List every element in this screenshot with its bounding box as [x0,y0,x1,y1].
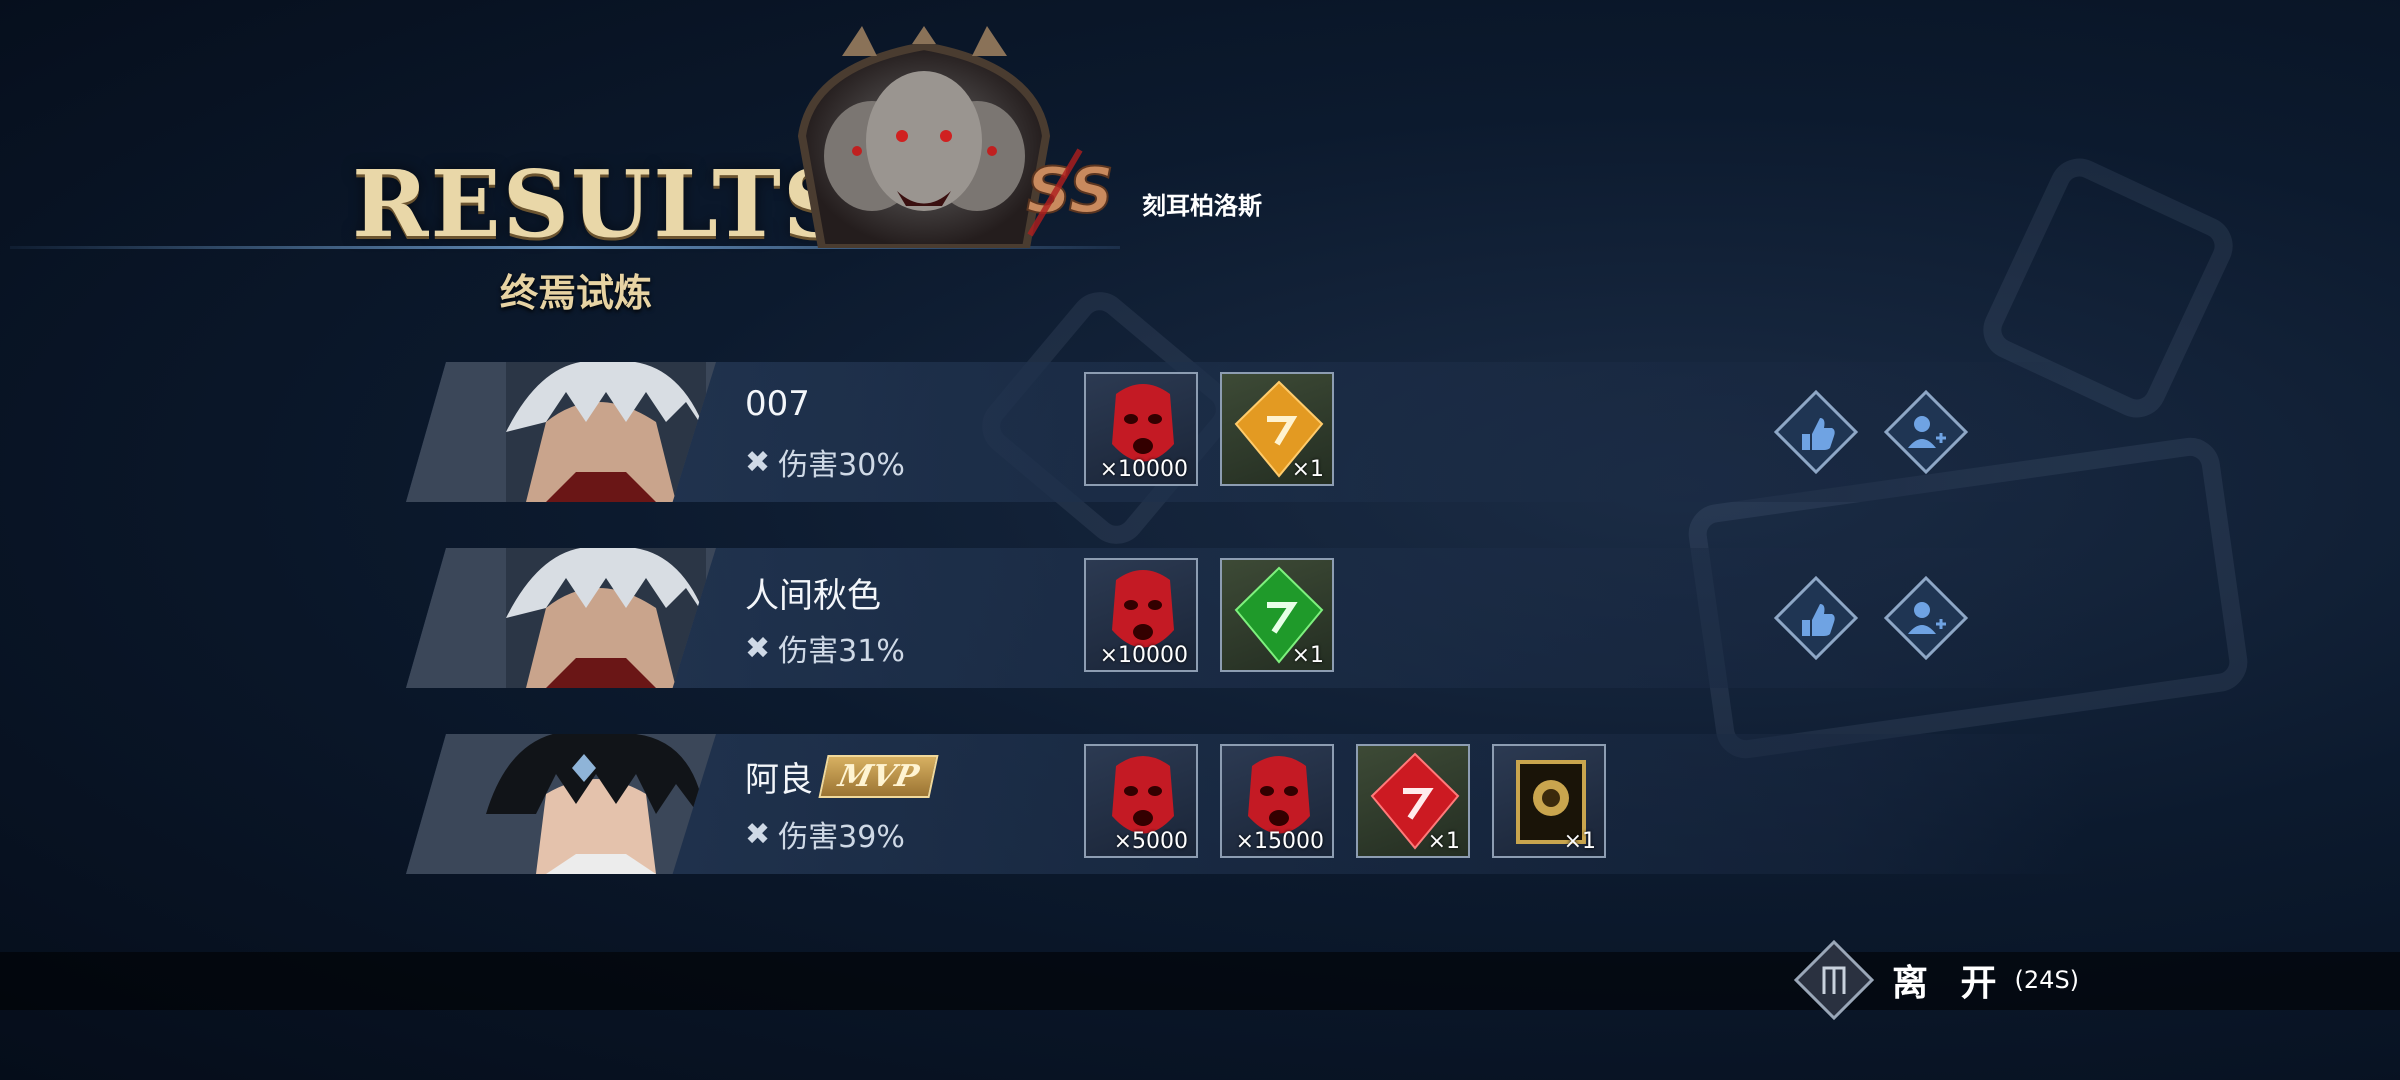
like-button[interactable] [1774,576,1858,660]
crossed-swords-icon: ✖ [745,816,771,852]
leave-button[interactable]: 离 开 (24S) [1792,938,2079,1022]
reward-item[interactable]: ×5000 [1084,744,1198,858]
player-damage: ✖ 伤害39% [745,812,905,856]
leave-timer: (24S) [2014,966,2080,994]
reward-quantity: ×1 [1427,829,1460,854]
reward-quantity: ×1 [1563,829,1596,854]
player-portrait-3 [406,734,716,874]
reward-item[interactable]: ×10000 [1084,372,1198,486]
add-friend-icon [1914,416,1930,432]
reward-item[interactable]: ×10000 [1084,558,1198,672]
reward-item[interactable]: ×1 [1356,744,1470,858]
reward-quantity: ×1 [1291,643,1324,668]
damage-text: 伤害39% [778,820,905,855]
exit-door-icon [1793,939,1875,1021]
player-name: 阿良 [745,760,813,800]
reward-quantity: ×10000 [1099,643,1188,668]
reward-quantity: ×1 [1291,457,1324,482]
player-portrait-1 [406,362,716,502]
player-portrait-2 [406,548,716,688]
rank-ss-icon: SS [1025,148,1115,237]
reward-item[interactable]: ×1 [1220,372,1334,486]
damage-text: 伤害30% [778,448,905,483]
add-friend-icon [1914,602,1930,618]
player-damage: ✖ 伤害30% [745,440,905,484]
player-name-row: 阿良 MVP [745,752,939,801]
reward-item[interactable]: ×15000 [1220,744,1334,858]
boss-name: 刻耳柏洛斯 [1142,191,1262,220]
dungeon-name: 终焉试炼 [500,270,653,315]
character-white-hair-icon [406,362,716,502]
crossed-swords-icon: ✖ [745,630,771,666]
character-white-hair-icon [406,548,716,688]
add-friend-button[interactable] [1884,390,1968,474]
player-name: 人间秋色 [745,576,881,616]
reward-quantity: ×5000 [1113,829,1188,854]
mvp-badge: MVP [818,755,939,798]
reward-quantity: ×15000 [1235,829,1324,854]
add-friend-button[interactable] [1884,576,1968,660]
character-black-hair-icon [406,734,716,874]
player-name: 007 [745,384,810,424]
leave-label: 离 开 [1892,963,2007,1004]
damage-text: 伤害31% [778,634,905,669]
reward-item[interactable]: ×1 [1220,558,1334,672]
like-button[interactable] [1774,390,1858,474]
reward-item[interactable]: ×1 [1492,744,1606,858]
player-damage: ✖ 伤害31% [745,626,905,670]
crossed-swords-icon: ✖ [745,444,771,480]
reward-quantity: ×10000 [1099,457,1188,482]
results-title: RESULTS [352,150,852,258]
